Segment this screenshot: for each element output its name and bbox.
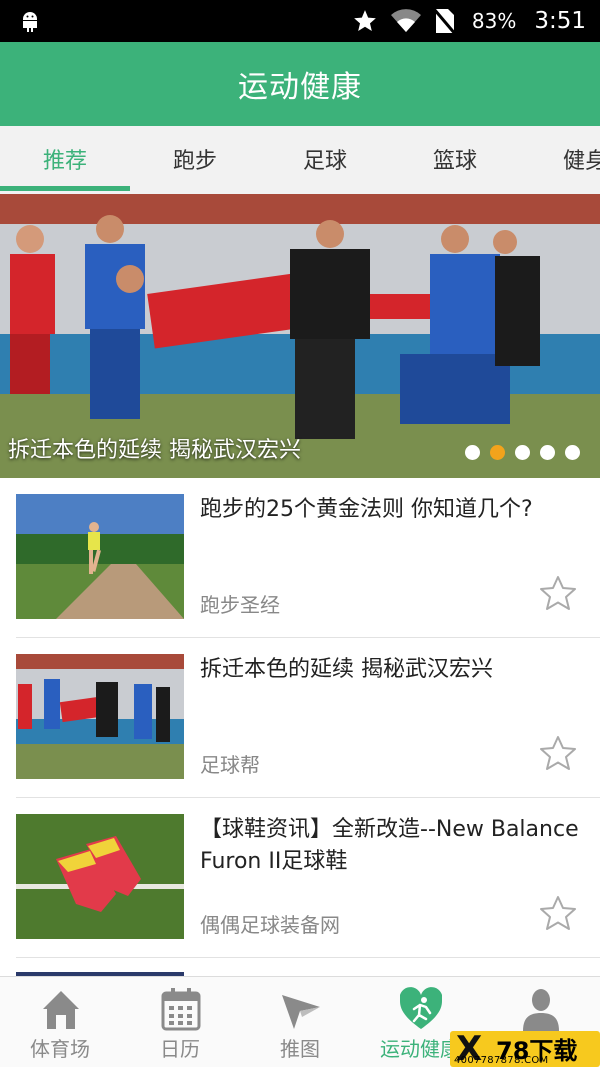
carousel-dots	[465, 445, 580, 460]
carousel-dot-active[interactable]	[490, 445, 505, 460]
carousel-dot[interactable]	[565, 445, 580, 460]
calendar-icon	[161, 988, 201, 1031]
article-source: 足球帮	[200, 753, 260, 777]
android-icon	[23, 12, 37, 32]
app-header: 运动健康	[0, 42, 600, 126]
nav-label: 日历	[160, 1037, 200, 1061]
tab-recommend[interactable]: 推荐	[0, 126, 130, 192]
person-icon	[523, 989, 559, 1031]
bottom-navigation: 体育场 日历 推图 运动健康 X 78下载 4007787878.COM	[0, 976, 600, 1067]
watermark-url: 4007787878.COM	[454, 1055, 549, 1066]
nav-send[interactable]: 推图	[240, 977, 360, 1067]
health-heart-icon	[400, 987, 442, 1029]
status-bar: 83% 3:51	[0, 0, 600, 42]
list-item[interactable]: 跑步的25个黄金法则 你知道几个? 跑步圣经	[16, 478, 600, 638]
article-title: 跑步的25个黄金法则 你知道几个?	[200, 497, 533, 522]
nav-label: 推图	[280, 1037, 320, 1061]
battery-percent: 83%	[471, 9, 517, 33]
tab-fitness[interactable]: 健身	[520, 126, 600, 192]
active-tab-indicator	[0, 186, 130, 191]
carousel-dot[interactable]	[515, 445, 530, 460]
stadium-icon	[43, 991, 79, 1029]
nav-calendar[interactable]: 日历	[120, 977, 240, 1067]
page-title: 运动健康	[238, 70, 362, 105]
tab-label: 足球	[302, 149, 347, 174]
tab-label: 篮球	[432, 149, 477, 174]
article-source: 跑步圣经	[200, 593, 280, 617]
watermark-logo: X 78下载 4007787878.COM	[450, 1029, 600, 1067]
article-title: 拆迁本色的延续 揭秘武汉宏兴	[200, 657, 493, 682]
clock: 3:51	[534, 8, 586, 34]
article-thumbnail-football	[16, 654, 184, 779]
favorite-star-icon[interactable]	[538, 574, 578, 614]
tab-label: 跑步	[172, 149, 217, 174]
carousel-dot[interactable]	[465, 445, 480, 460]
tab-label: 健身	[562, 149, 600, 174]
tab-football[interactable]: 足球	[260, 126, 390, 192]
category-tabs: 推荐 跑步 足球 篮球 健身	[0, 126, 600, 194]
article-thumbnail-running	[16, 494, 184, 619]
list-item[interactable]: 【球鞋资讯】全新改造--New Balance Furon II足球鞋 偶偶足球…	[16, 798, 600, 958]
banner-caption: 拆迁本色的延续 揭秘武汉宏兴	[8, 438, 301, 463]
nav-stadium[interactable]: 体育场	[0, 977, 120, 1067]
star-status-icon	[354, 10, 376, 31]
nav-label: 体育场	[30, 1037, 90, 1061]
tab-label: 推荐	[42, 149, 87, 174]
favorite-star-icon[interactable]	[538, 734, 578, 774]
no-sim-icon	[433, 8, 456, 35]
wifi-icon	[390, 9, 421, 32]
hero-banner[interactable]: 拆迁本色的延续 揭秘武汉宏兴	[0, 194, 600, 478]
article-title: 【球鞋资讯】全新改造--New Balance Furon II足球鞋	[200, 817, 579, 874]
tab-basketball[interactable]: 篮球	[390, 126, 520, 192]
send-icon	[282, 995, 320, 1029]
list-item[interactable]: 拆迁本色的延续 揭秘武汉宏兴 足球帮	[16, 638, 600, 798]
favorite-star-icon[interactable]	[538, 894, 578, 934]
carousel-dot[interactable]	[540, 445, 555, 460]
article-source: 偶偶足球装备网	[200, 913, 340, 937]
tab-running[interactable]: 跑步	[130, 126, 260, 192]
article-thumbnail-shoes	[16, 814, 184, 939]
